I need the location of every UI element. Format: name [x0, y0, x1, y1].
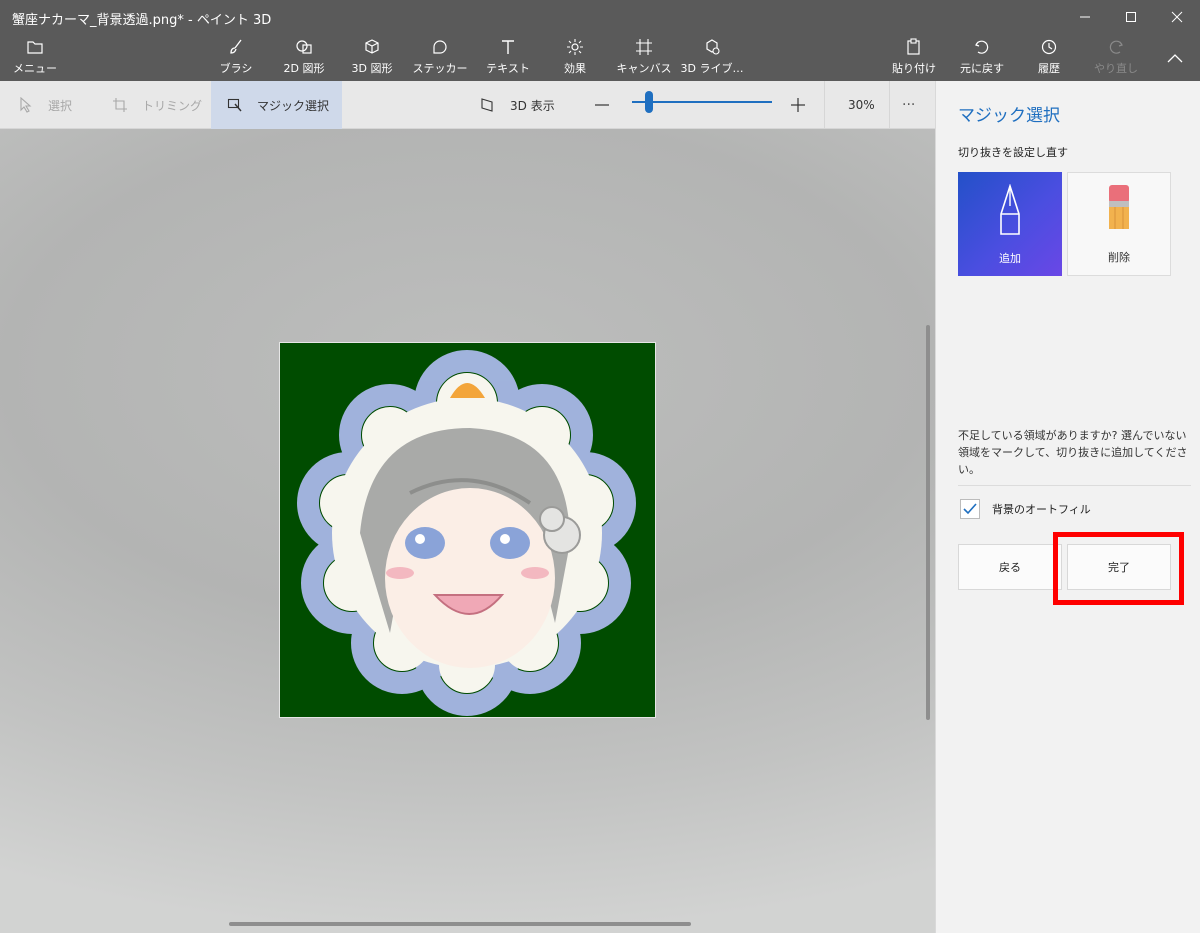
- close-icon: [1171, 11, 1183, 23]
- tool-2d-shapes-label: 2D 図形: [283, 62, 325, 75]
- more-icon: ···: [902, 97, 916, 113]
- zoom-level: 30%: [848, 81, 875, 129]
- history-button[interactable]: 履歴: [1028, 38, 1070, 78]
- 3d-library-icon: [706, 39, 720, 55]
- 3d-shapes-icon: [365, 39, 379, 54]
- tool-brush[interactable]: ブラシ: [212, 38, 260, 78]
- redo-icon: [1109, 40, 1123, 54]
- title-bar: 蟹座ナカーマ_背景透過.png* - ペイント 3D: [0, 0, 1200, 34]
- select-label: 選択: [48, 98, 73, 113]
- effects-icon: [567, 39, 583, 55]
- canvas-icon: [636, 39, 652, 55]
- zoom-slider-thumb[interactable]: [645, 91, 653, 113]
- tool-3d-library-label: 3D ライブ…: [680, 62, 744, 75]
- view-3d-icon: [481, 98, 493, 112]
- 2d-shapes-icon: [296, 40, 312, 54]
- cursor-icon: [20, 97, 32, 113]
- tool-2d-shapes[interactable]: 2D 図形: [278, 38, 330, 78]
- paste-button[interactable]: 貼り付け: [890, 38, 938, 78]
- autofill-checkbox[interactable]: [960, 499, 980, 519]
- history-icon: [1041, 39, 1057, 55]
- menu-label: メニュー: [13, 62, 57, 75]
- tool-3d-shapes[interactable]: 3D 図形: [346, 38, 398, 78]
- magic-select-panel: マジック選択 切り抜きを設定し直す 追加 削除 不足している領域がありますか? …: [935, 81, 1200, 933]
- remove-button[interactable]: 削除: [1067, 172, 1171, 276]
- window-title: 蟹座ナカーマ_背景透過.png* - ペイント 3D: [12, 13, 272, 28]
- close-button[interactable]: [1154, 0, 1200, 34]
- menu-button[interactable]: メニュー: [13, 38, 57, 78]
- paste-icon: [907, 38, 920, 55]
- add-label: 追加: [999, 252, 1021, 265]
- tool-canvas-label: キャンバス: [616, 62, 672, 75]
- back-label: 戻る: [999, 561, 1021, 574]
- text-icon: [502, 40, 514, 54]
- maximize-icon: [1126, 12, 1136, 22]
- crop-label: トリミング: [142, 98, 203, 113]
- tool-sticker-label: ステッカー: [412, 62, 468, 75]
- character-illustration: [297, 350, 636, 716]
- history-label: 履歴: [1038, 62, 1060, 75]
- brush-icon: [230, 39, 242, 54]
- undo-icon: [975, 40, 989, 54]
- collapse-ribbon-button[interactable]: [1152, 34, 1198, 81]
- magic-select-label: マジック選択: [257, 98, 330, 113]
- horizontal-scrollbar[interactable]: [229, 922, 691, 926]
- tool-sticker[interactable]: ステッカー: [412, 38, 468, 78]
- view-3d-button[interactable]: 3D 表示: [480, 81, 555, 129]
- tool-effects-label: 効果: [564, 62, 586, 75]
- redo-button[interactable]: やり直し: [1092, 38, 1140, 78]
- highlight-annotation: [1053, 532, 1184, 605]
- toolbar-divider: [824, 81, 825, 129]
- vertical-scrollbar[interactable]: [926, 325, 930, 720]
- ribbon: メニュー ブラシ 2D 図形 3D 図形 ステッカー テキスト 効果 キャンバス…: [0, 34, 1200, 81]
- zoom-out-button[interactable]: [594, 81, 624, 129]
- minus-icon: [595, 104, 609, 106]
- tool-canvas[interactable]: キャンバス: [616, 38, 672, 78]
- maximize-button[interactable]: [1108, 0, 1154, 34]
- sticker-icon: [433, 40, 447, 54]
- zoom-value: 30%: [848, 98, 875, 112]
- more-options-button[interactable]: ···: [902, 81, 915, 129]
- select-tool[interactable]: 選択: [18, 81, 72, 129]
- minimize-button[interactable]: [1062, 0, 1108, 34]
- crop-tool[interactable]: トリミング: [112, 81, 202, 129]
- paste-label: 貼り付け: [892, 62, 936, 75]
- remove-label: 削除: [1108, 251, 1130, 264]
- help-text: 不足している領域がありますか? 選んでいない領域をマークして、切り抜きに追加して…: [958, 429, 1188, 476]
- tool-3d-library[interactable]: 3D ライブ…: [681, 38, 743, 78]
- minimize-icon: [1080, 16, 1090, 18]
- tool-effects[interactable]: 効果: [552, 38, 598, 78]
- back-button[interactable]: 戻る: [958, 544, 1062, 590]
- pencil-add-icon: [1000, 184, 1020, 235]
- chevron-up-icon: [1167, 53, 1183, 62]
- crop-icon: [113, 98, 127, 112]
- tool-3d-shapes-label: 3D 図形: [351, 62, 393, 75]
- toolbar-divider: [889, 81, 890, 129]
- magic-select-icon: [227, 98, 242, 112]
- tool-text-label: テキスト: [486, 62, 530, 75]
- checkmark-icon: [963, 503, 977, 515]
- tool-brush-label: ブラシ: [219, 62, 253, 75]
- eraser-icon: [1109, 185, 1129, 229]
- undo-button[interactable]: 元に戻す: [956, 38, 1008, 78]
- zoom-in-button[interactable]: [790, 81, 820, 129]
- refine-label: 切り抜きを設定し直す: [958, 146, 1068, 159]
- tool-options-bar: 選択 トリミング マジック選択 3D 表示 30% ···: [0, 81, 935, 129]
- canvas-image[interactable]: [279, 342, 656, 718]
- autofill-label: 背景のオートフィル: [992, 503, 1091, 516]
- add-button[interactable]: 追加: [958, 172, 1062, 276]
- folder-icon: [27, 41, 43, 54]
- undo-label: 元に戻す: [960, 62, 1004, 75]
- panel-divider: [958, 485, 1191, 486]
- magic-select-tool[interactable]: マジック選択: [211, 81, 342, 129]
- zoom-slider-track[interactable]: [632, 101, 772, 103]
- plus-icon: [791, 98, 805, 112]
- panel-title: マジック選択: [958, 106, 1060, 126]
- view-3d-label: 3D 表示: [510, 98, 555, 113]
- tool-text[interactable]: テキスト: [482, 38, 534, 78]
- redo-label: やり直し: [1094, 62, 1138, 75]
